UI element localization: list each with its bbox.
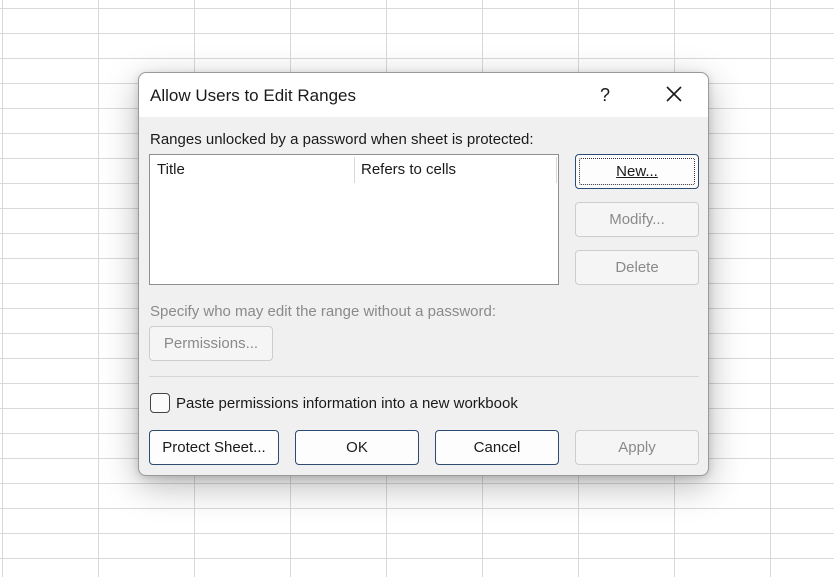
cancel-button-label: Cancel xyxy=(473,439,521,456)
apply-button[interactable]: Apply xyxy=(575,430,699,465)
delete-button[interactable]: Delete xyxy=(575,250,699,285)
delete-button-label: Delete xyxy=(615,259,659,276)
close-button[interactable] xyxy=(659,81,689,109)
modify-button-label: Modify... xyxy=(609,211,665,228)
ok-button-label: OK xyxy=(346,439,368,456)
new-button[interactable]: New... xyxy=(575,154,699,189)
column-header-title[interactable]: Title xyxy=(150,155,354,185)
permissions-button-label: Permissions... xyxy=(163,335,259,352)
separator-line xyxy=(149,376,699,377)
ranges-label: Ranges unlocked by a password when sheet… xyxy=(150,131,534,148)
modify-button[interactable]: Modify... xyxy=(575,202,699,237)
protect-sheet-button-label: Protect Sheet... xyxy=(162,439,266,456)
cancel-button[interactable]: Cancel xyxy=(435,430,559,465)
column-separator[interactable] xyxy=(556,157,557,183)
permissions-label: Specify who may edit the range without a… xyxy=(150,303,497,320)
protect-sheet-button[interactable]: Protect Sheet... xyxy=(149,430,279,465)
dialog-titlebar: Allow Users to Edit Ranges ? xyxy=(139,73,708,117)
apply-button-label: Apply xyxy=(618,439,656,456)
paste-permissions-checkbox[interactable] xyxy=(150,393,170,413)
allow-users-edit-ranges-dialog: Allow Users to Edit Ranges ? Ranges unlo… xyxy=(138,72,709,476)
dialog-title: Allow Users to Edit Ranges xyxy=(150,86,356,105)
paste-permissions-label[interactable]: Paste permissions information into a new… xyxy=(176,395,518,412)
ok-button[interactable]: OK xyxy=(295,430,419,465)
close-icon xyxy=(666,86,682,102)
permissions-button[interactable]: Permissions... xyxy=(149,326,273,361)
help-button[interactable]: ? xyxy=(591,83,619,107)
column-header-refers-to-cells[interactable]: Refers to cells xyxy=(354,155,554,185)
new-button-label: New... xyxy=(616,163,658,180)
ranges-list[interactable]: Title Refers to cells xyxy=(149,154,559,285)
